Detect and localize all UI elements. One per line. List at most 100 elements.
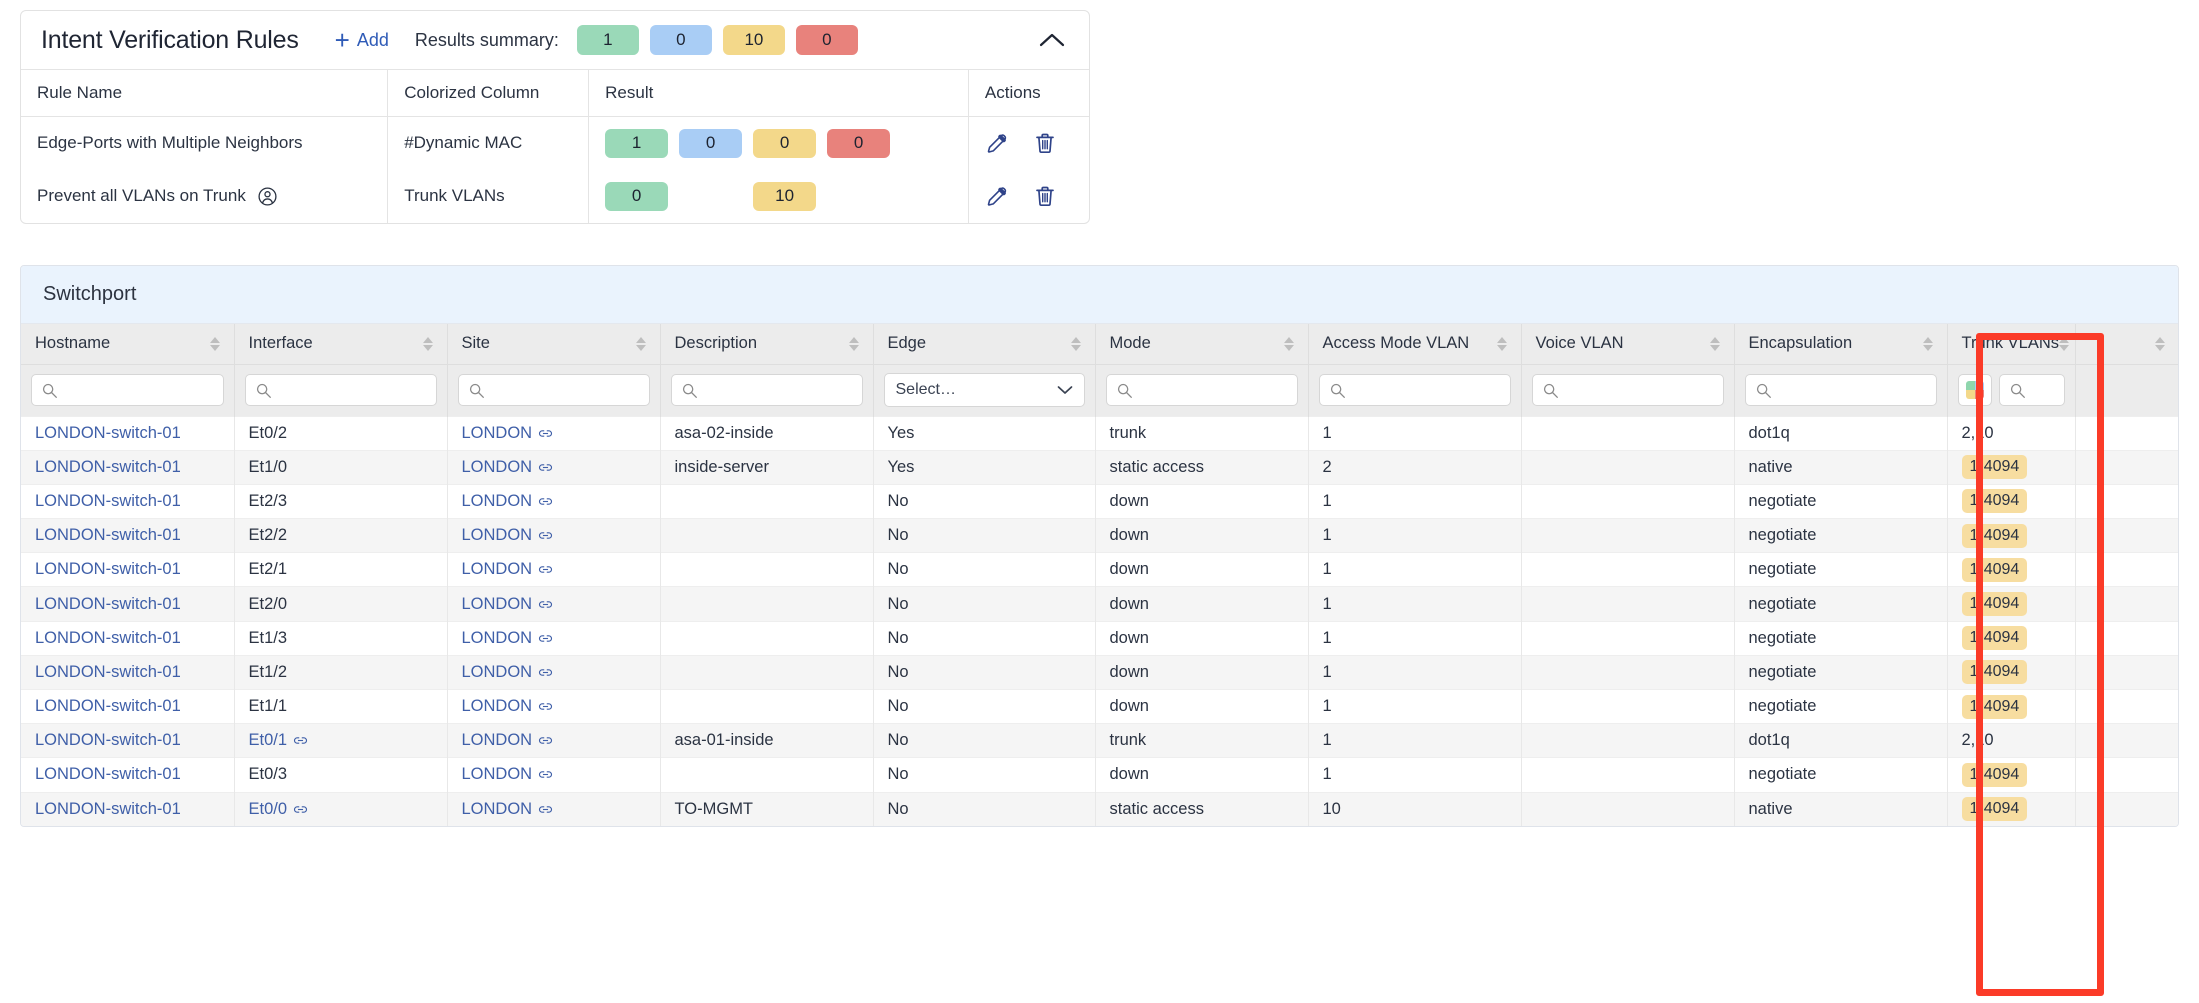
user-circle-icon[interactable] (257, 186, 278, 207)
filter-search-box[interactable] (1318, 374, 1511, 406)
hostname-cell-link[interactable]: LONDON-switch-01 (35, 595, 181, 614)
hostname-cell-link[interactable]: LONDON-switch-01 (35, 629, 181, 648)
chevron-down-icon (1057, 386, 1072, 394)
filter-search-input[interactable] (1564, 380, 1714, 400)
result-badge-red[interactable]: 0 (827, 128, 891, 158)
result-badge-blue[interactable]: 0 (679, 128, 743, 158)
site-cell-link[interactable]: LONDON (462, 458, 554, 477)
filter-cell-edge: Select… (873, 363, 1096, 416)
result-badge-green[interactable]: 0 (605, 181, 669, 211)
column-header-trunk-vlans[interactable]: Trunk VLANs (1947, 324, 2076, 364)
hostname-cell-text: LONDON-switch-01 (35, 628, 181, 647)
filter-search-input[interactable] (490, 380, 640, 400)
column-header-mode[interactable]: Mode (1095, 324, 1309, 364)
vlan-range-chip: 1-4094 (1961, 762, 2028, 787)
site-cell-link[interactable]: LONDON (462, 595, 554, 614)
vlan-range-chip: 1-4094 (1961, 489, 2028, 514)
hostname-cell-link[interactable]: LONDON-switch-01 (35, 560, 181, 579)
sort-icon[interactable] (1922, 336, 1933, 351)
trunk-vlans-cell: 1-4094 (1947, 654, 2076, 690)
result-badge-yellow[interactable]: 0 (753, 128, 817, 158)
column-header-label: Access Mode VLAN (1322, 334, 1470, 353)
sort-icon[interactable] (2154, 336, 2165, 351)
result-badge-yellow[interactable]: 10 (753, 181, 817, 211)
filter-search-box[interactable] (1744, 374, 1937, 406)
sort-icon[interactable] (848, 336, 859, 351)
search-icon (42, 383, 57, 398)
hostname-cell-link[interactable]: LONDON-switch-01 (35, 731, 181, 750)
edit-rule-button[interactable] (985, 184, 1009, 208)
hostname-cell-link[interactable]: LONDON-switch-01 (35, 458, 181, 477)
filter-search-box[interactable] (1998, 374, 2065, 406)
result-badge-green[interactable]: 1 (605, 128, 669, 158)
filter-search-box[interactable] (457, 374, 650, 406)
column-header-hostname[interactable]: Hostname (21, 324, 235, 364)
interface-cell-link[interactable]: Et0/0 (249, 800, 309, 819)
add-rule-button[interactable]: + Add (335, 27, 389, 53)
site-cell-link[interactable]: LONDON (462, 424, 554, 443)
edge-cell: No (873, 688, 1096, 724)
summary-badge-red[interactable]: 0 (795, 25, 858, 55)
hostname-cell-link[interactable]: LONDON-switch-01 (35, 800, 181, 819)
filter-search-box[interactable] (1105, 374, 1298, 406)
sort-icon[interactable] (2059, 336, 2070, 351)
site-cell-link[interactable]: LONDON (462, 697, 554, 716)
hostname-cell-link[interactable]: LONDON-switch-01 (35, 492, 181, 511)
column-header-label: Mode (1109, 334, 1151, 353)
sort-icon[interactable] (209, 336, 220, 351)
delete-rule-button[interactable] (1033, 131, 1057, 155)
site-cell-link[interactable]: LONDON (462, 492, 554, 511)
hostname-cell-link[interactable]: LONDON-switch-01 (35, 526, 181, 545)
column-header-description[interactable]: Description (660, 324, 874, 364)
column-header-voice-vlan[interactable]: Voice VLAN (1521, 324, 1735, 364)
delete-rule-button[interactable] (1033, 184, 1057, 208)
filter-search-input[interactable] (703, 380, 853, 400)
filter-search-input[interactable] (277, 380, 427, 400)
column-header-edge[interactable]: Edge (873, 324, 1096, 364)
filter-search-input[interactable] (1138, 380, 1288, 400)
hostname-cell-text: LONDON-switch-01 (35, 662, 181, 681)
sort-icon[interactable] (1070, 336, 1081, 351)
filter-search-input[interactable] (1351, 380, 1501, 400)
hostname-cell-text: LONDON-switch-01 (35, 731, 181, 750)
filter-search-box[interactable] (670, 374, 863, 406)
hostname-cell-link[interactable]: LONDON-switch-01 (35, 697, 181, 716)
filter-search-input[interactable] (64, 380, 214, 400)
site-cell-link[interactable]: LONDON (462, 800, 554, 819)
filter-search-box[interactable] (1531, 374, 1724, 406)
sort-icon[interactable] (1283, 336, 1294, 351)
sort-icon[interactable] (1496, 336, 1507, 351)
encapsulation-cell: dot1q (1734, 415, 1948, 451)
sort-icon[interactable] (422, 336, 433, 351)
sort-icon[interactable] (635, 336, 646, 351)
site-cell-link[interactable]: LONDON (462, 765, 554, 784)
interface-cell-link[interactable]: Et0/1 (249, 731, 309, 750)
site-cell-link[interactable]: LONDON (462, 629, 554, 648)
column-header-interface[interactable]: Interface (234, 324, 448, 364)
filter-search-input[interactable] (2031, 380, 2055, 400)
column-header-access-mode-vlan[interactable]: Access Mode VLAN (1308, 324, 1522, 364)
column-header-site[interactable]: Site (447, 324, 661, 364)
edit-rule-button[interactable] (985, 131, 1009, 155)
collapse-panel-button[interactable] (1033, 21, 1071, 59)
trunk-vlans-cell: 2,10 (1947, 723, 2076, 758)
edge-filter-select[interactable]: Select… (883, 373, 1085, 407)
filter-search-input[interactable] (1777, 380, 1927, 400)
site-cell-link[interactable]: LONDON (462, 560, 554, 579)
summary-badge-yellow[interactable]: 10 (722, 25, 785, 55)
hostname-cell-link[interactable]: LONDON-switch-01 (35, 663, 181, 682)
site-cell-link[interactable]: LONDON (462, 731, 554, 750)
sort-icon[interactable] (1709, 336, 1720, 351)
site-cell-link[interactable]: LONDON (462, 663, 554, 682)
summary-badge-blue[interactable]: 0 (649, 25, 712, 55)
site-cell-link[interactable]: LONDON (462, 526, 554, 545)
access-mode-vlan-cell: 1 (1308, 518, 1522, 553)
column-header-encapsulation[interactable]: Encapsulation (1734, 324, 1948, 364)
filter-search-box[interactable] (31, 374, 224, 406)
hostname-cell-link[interactable]: LONDON-switch-01 (35, 765, 181, 784)
summary-badge-green[interactable]: 1 (576, 25, 639, 55)
colorize-column-button[interactable] (1957, 374, 1992, 406)
hostname-cell-link[interactable]: LONDON-switch-01 (35, 424, 181, 443)
edge-cell: No (873, 791, 1096, 827)
filter-search-box[interactable] (244, 374, 437, 406)
